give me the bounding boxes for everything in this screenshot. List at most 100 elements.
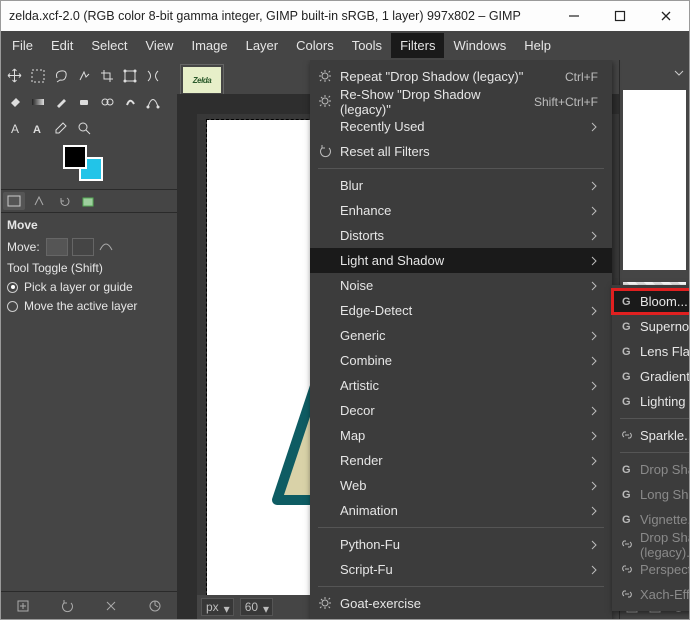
dock-tab-images[interactable] — [78, 192, 100, 210]
chevron-right-icon — [590, 456, 598, 466]
menu-item-decor[interactable]: Decor — [310, 398, 612, 423]
menu-item-generic[interactable]: Generic — [310, 323, 612, 348]
menu-view[interactable]: View — [137, 33, 183, 58]
tool-transform[interactable] — [119, 65, 140, 86]
dock-tabs — [1, 189, 177, 213]
menu-item-light-and-shadow[interactable]: Light and Shadow — [310, 248, 612, 273]
menu-item-lens-flare[interactable]: GLens Flare... — [612, 339, 689, 364]
brush-preview-1[interactable] — [623, 90, 686, 270]
right-dock-menu[interactable] — [620, 60, 689, 84]
chevron-right-icon — [590, 406, 598, 416]
menu-select[interactable]: Select — [82, 33, 136, 58]
tool-path[interactable] — [142, 91, 163, 112]
gimp-icon: G — [619, 293, 635, 309]
tool-rect-select[interactable] — [27, 65, 48, 86]
chevron-right-icon — [590, 431, 598, 441]
fg-color-swatch[interactable] — [63, 145, 87, 169]
menu-image[interactable]: Image — [182, 33, 236, 58]
menu-item-long-shadow[interactable]: GLong Shadow... — [612, 482, 689, 507]
menu-help[interactable]: Help — [515, 33, 560, 58]
menu-item-supernova[interactable]: GSupernova... — [612, 314, 689, 339]
menu-file[interactable]: File — [3, 33, 42, 58]
tool-eraser[interactable] — [73, 91, 94, 112]
restore-options-icon[interactable] — [60, 599, 74, 613]
ruler-vertical[interactable] — [177, 114, 197, 619]
reset-options-icon[interactable] — [148, 599, 162, 613]
menu-item-render[interactable]: Render — [310, 448, 612, 473]
radio-pick-layer[interactable]: Pick a layer or guide — [7, 280, 171, 294]
menu-item-noise[interactable]: Noise — [310, 273, 612, 298]
menu-item-animation[interactable]: Animation — [310, 498, 612, 523]
tool-move[interactable] — [4, 65, 25, 86]
menu-item-sparkle[interactable]: Sparkle... — [612, 423, 689, 448]
tool-fuzzy-select[interactable] — [73, 65, 94, 86]
minimize-button[interactable] — [551, 1, 597, 31]
menu-item-goat-exercise[interactable]: Goat-exercise — [310, 591, 612, 616]
filters-menu: Repeat "Drop Shadow (legacy)"Ctrl+FRe-Sh… — [310, 60, 612, 619]
menu-separator — [318, 586, 604, 587]
delete-options-icon[interactable] — [104, 599, 118, 613]
tool-zoom[interactable] — [73, 117, 94, 138]
radio-move-active[interactable]: Move the active layer — [7, 299, 171, 313]
tool-free-select[interactable] — [50, 65, 71, 86]
menu-layer[interactable]: Layer — [237, 33, 288, 58]
maximize-button[interactable] — [597, 1, 643, 31]
zoom-select[interactable]: 60▾ — [240, 598, 273, 616]
menu-separator — [318, 527, 604, 528]
tool-text[interactable]: A — [4, 117, 25, 138]
menu-windows[interactable]: Windows — [444, 33, 515, 58]
menu-item-xach-effect[interactable]: Xach-Effect... — [612, 582, 689, 607]
menu-filters[interactable]: Filters — [391, 33, 444, 58]
tool-gradient[interactable] — [27, 91, 48, 112]
unit-select[interactable]: px▾ — [201, 598, 234, 616]
chevron-right-icon — [590, 506, 598, 516]
save-options-icon[interactable] — [16, 599, 30, 613]
close-button[interactable] — [643, 1, 689, 31]
dock-tab-tool-options[interactable] — [3, 192, 25, 210]
menu-item-re-show-drop-shadow-legacy[interactable]: Re-Show "Drop Shadow (legacy)"Shift+Ctrl… — [310, 89, 612, 114]
menu-item-map[interactable]: Map — [310, 423, 612, 448]
menu-colors[interactable]: Colors — [287, 33, 343, 58]
move-mode-layer[interactable] — [46, 238, 68, 256]
dock-tab-device[interactable] — [28, 192, 50, 210]
menu-item-bloom[interactable]: GBloom... — [612, 289, 689, 314]
svg-text:G: G — [622, 396, 631, 408]
menu-item-blur[interactable]: Blur — [310, 173, 612, 198]
tool-paint[interactable] — [50, 91, 71, 112]
menu-item-enhance[interactable]: Enhance — [310, 198, 612, 223]
tool-measure[interactable]: A — [27, 117, 48, 138]
menu-item-web[interactable]: Web — [310, 473, 612, 498]
color-swatches[interactable] — [63, 145, 109, 183]
menu-edit[interactable]: Edit — [42, 33, 82, 58]
move-mode-selection[interactable] — [72, 238, 94, 256]
image-tab[interactable]: Zelda — [180, 64, 224, 94]
menu-item-repeat-drop-shadow-legacy[interactable]: Repeat "Drop Shadow (legacy)"Ctrl+F — [310, 64, 612, 89]
gear-icon — [317, 595, 333, 611]
move-mode-path[interactable] — [98, 238, 120, 256]
chevron-right-icon — [590, 231, 598, 241]
tool-crop[interactable] — [96, 65, 117, 86]
svg-text:G: G — [622, 321, 631, 333]
menu-item-drop-shadow-legacy[interactable]: Drop Shadow (legacy)... — [612, 532, 689, 557]
menu-item-perspective[interactable]: Perspective... — [612, 557, 689, 582]
tool-warp[interactable] — [142, 65, 163, 86]
gimp-icon: G — [619, 368, 635, 384]
menu-item-lighting-effects[interactable]: GLighting Effects... — [612, 389, 689, 414]
menu-item-distorts[interactable]: Distorts — [310, 223, 612, 248]
menu-item-script-fu[interactable]: Script-Fu — [310, 557, 612, 582]
dock-tab-undo[interactable] — [53, 192, 75, 210]
menu-item-edge-detect[interactable]: Edge-Detect — [310, 298, 612, 323]
tool-color-picker[interactable] — [50, 117, 71, 138]
menu-item-gradient-flare[interactable]: GGradient Flare... — [612, 364, 689, 389]
menu-item-python-fu[interactable]: Python-Fu — [310, 532, 612, 557]
menu-item-artistic[interactable]: Artistic — [310, 373, 612, 398]
menu-item-recently-used[interactable]: Recently Used — [310, 114, 612, 139]
tool-clone[interactable] — [96, 91, 117, 112]
tool-bucket[interactable] — [4, 91, 25, 112]
menu-item-reset-all-filters[interactable]: Reset all Filters — [310, 139, 612, 164]
menu-item-vignette[interactable]: GVignette... — [612, 507, 689, 532]
tool-smudge[interactable] — [119, 91, 140, 112]
menu-tools[interactable]: Tools — [343, 33, 391, 58]
menu-item-combine[interactable]: Combine — [310, 348, 612, 373]
menu-item-drop-shadow[interactable]: GDrop Shadow... — [612, 457, 689, 482]
